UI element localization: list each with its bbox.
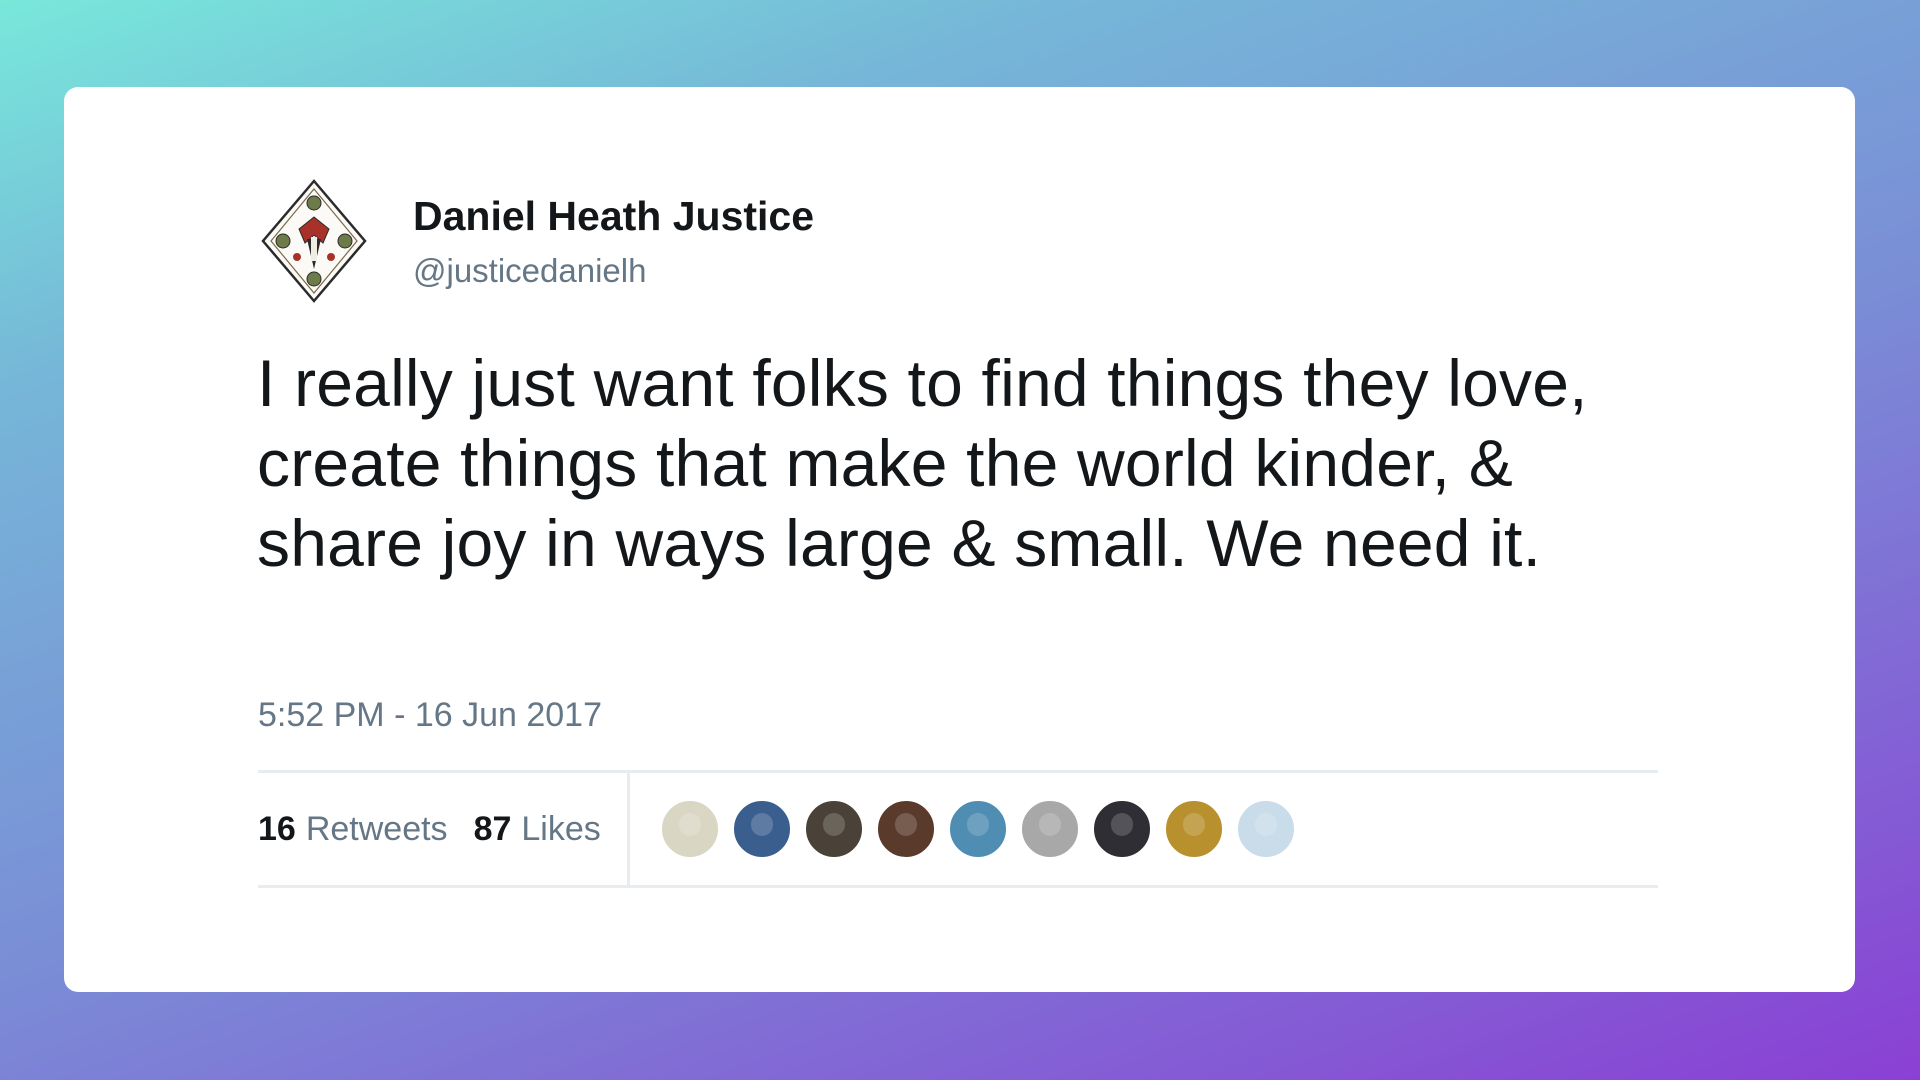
likes-label: Likes (521, 809, 601, 848)
liker-avatar-5[interactable] (947, 799, 1008, 859)
display-name[interactable]: Daniel Heath Justice (413, 192, 814, 241)
liker-avatar-3[interactable] (803, 799, 864, 859)
liker-avatar-9[interactable] (1235, 799, 1296, 859)
liker-avatar-8[interactable] (1163, 799, 1224, 859)
likes-stat[interactable]: 87 Likes (474, 810, 601, 849)
tweet-timestamp[interactable]: 5:52 PM - 16 Jun 2017 (258, 696, 602, 735)
tweet-text: I really just want folks to find things … (257, 346, 1588, 580)
liker-avatar-6[interactable] (1019, 799, 1080, 859)
liker-avatar-2[interactable] (731, 799, 792, 859)
tweet-card: Daniel Heath Justice @justicedanielh I r… (64, 87, 1855, 992)
diamond-crest-avatar-icon[interactable] (259, 177, 369, 305)
retweets-label: Retweets (305, 809, 448, 848)
liker-avatar-1[interactable] (659, 799, 720, 859)
tweet-stats: 16 Retweets 87 Likes (258, 770, 1658, 888)
retweets-stat[interactable]: 16 Retweets (258, 810, 448, 849)
liker-avatars (659, 799, 1308, 859)
tweet-header: Daniel Heath Justice @justicedanielh (259, 177, 814, 305)
likes-count: 87 (473, 809, 512, 848)
engagement-counts: 16 Retweets 87 Likes (258, 773, 630, 885)
retweets-count: 16 (258, 809, 296, 848)
liker-avatar-4[interactable] (875, 799, 936, 859)
user-handle[interactable]: @justicedanielh (413, 251, 814, 291)
user-names: Daniel Heath Justice @justicedanielh (413, 192, 814, 291)
liker-avatar-7[interactable] (1091, 799, 1152, 859)
